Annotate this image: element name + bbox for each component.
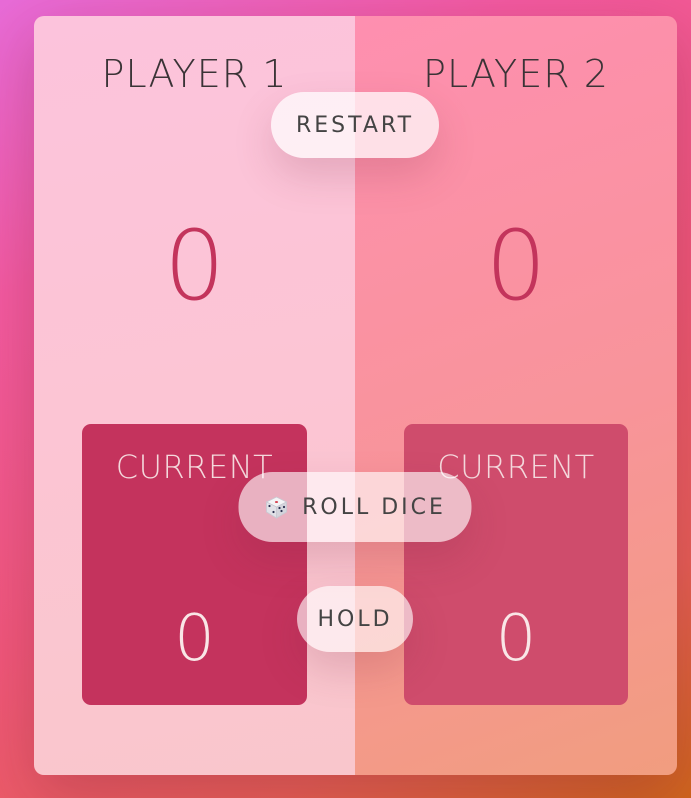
restart-button-label: RESTART bbox=[295, 112, 415, 138]
restart-button[interactable]: RESTART bbox=[271, 92, 439, 158]
player-2-current-score: 0 bbox=[495, 602, 537, 676]
player-1-current-score: 0 bbox=[174, 602, 215, 676]
hold-button[interactable]: HOLD bbox=[297, 586, 413, 652]
dice-icon bbox=[264, 495, 288, 519]
roll-dice-button[interactable]: ROLL DICE bbox=[238, 472, 472, 542]
player-2-name: PLAYER 2 bbox=[423, 52, 609, 96]
player-1-total-score: 0 bbox=[163, 210, 226, 322]
player-2-total-score: 0 bbox=[485, 210, 547, 322]
player-1-current-box: CURRENT 0 bbox=[82, 424, 307, 705]
hold-button-label: HOLD bbox=[317, 606, 393, 632]
player-1-name: PLAYER 1 bbox=[101, 52, 288, 96]
player-2-current-box: CURRENT 0 bbox=[404, 424, 628, 705]
roll-dice-button-label: ROLL DICE bbox=[302, 494, 446, 520]
